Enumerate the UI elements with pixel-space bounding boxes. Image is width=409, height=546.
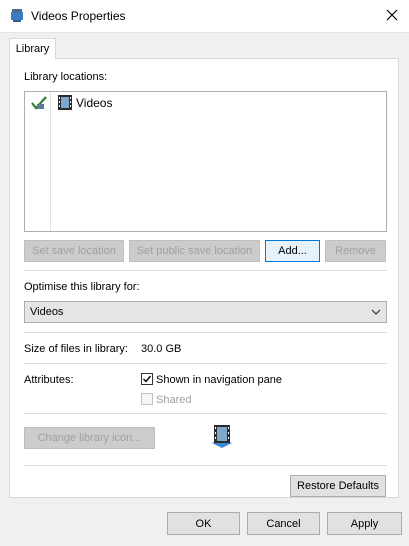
divider xyxy=(24,363,387,364)
size-value: 30.0 GB xyxy=(141,343,182,355)
library-locations-label: Library locations: xyxy=(24,71,108,83)
shared-label: Shared xyxy=(156,394,192,406)
size-label: Size of files in library: xyxy=(24,343,128,355)
optimise-select[interactable]: Videos xyxy=(24,301,387,323)
window-title: Videos Properties xyxy=(31,9,126,23)
library-icon xyxy=(10,8,24,22)
location-item-label: Videos xyxy=(76,96,113,110)
divider xyxy=(24,270,387,271)
close-button[interactable] xyxy=(376,2,408,30)
restore-defaults-button[interactable]: Restore Defaults xyxy=(290,475,386,497)
library-locations-list[interactable]: Videos xyxy=(24,91,387,232)
divider xyxy=(24,465,387,466)
shared-checkbox[interactable] xyxy=(141,393,153,405)
location-item-videos[interactable]: Videos xyxy=(58,94,258,112)
shown-in-nav-checkbox[interactable] xyxy=(141,373,153,385)
title-bar: Videos Properties xyxy=(0,0,409,33)
shown-in-nav-checkbox-row[interactable]: Shown in navigation pane xyxy=(140,372,300,386)
set-save-location-button[interactable]: Set save location xyxy=(24,240,124,262)
remove-location-button[interactable]: Remove xyxy=(325,240,386,262)
ok-button[interactable]: OK xyxy=(167,512,240,535)
shared-checkbox-row[interactable]: Shared xyxy=(140,392,240,406)
tab-library[interactable]: Library xyxy=(9,38,56,59)
add-location-button[interactable]: Add... xyxy=(265,240,320,262)
divider xyxy=(24,413,387,414)
change-library-icon-button[interactable]: Change library icon... xyxy=(24,427,155,449)
cancel-button[interactable]: Cancel xyxy=(247,512,320,535)
video-library-icon xyxy=(210,423,234,452)
close-icon xyxy=(386,9,398,24)
optimise-label: Optimise this library for: xyxy=(24,281,140,293)
apply-button[interactable]: Apply xyxy=(327,512,402,535)
save-location-checkmark-icon xyxy=(31,95,47,114)
chevron-down-icon xyxy=(371,307,381,317)
divider xyxy=(24,332,387,333)
optimise-selected-value: Videos xyxy=(30,306,64,318)
shown-in-nav-label: Shown in navigation pane xyxy=(156,374,282,386)
video-folder-icon xyxy=(58,95,72,113)
attributes-label: Attributes: xyxy=(24,374,74,386)
set-public-save-location-button[interactable]: Set public save location xyxy=(129,240,260,262)
